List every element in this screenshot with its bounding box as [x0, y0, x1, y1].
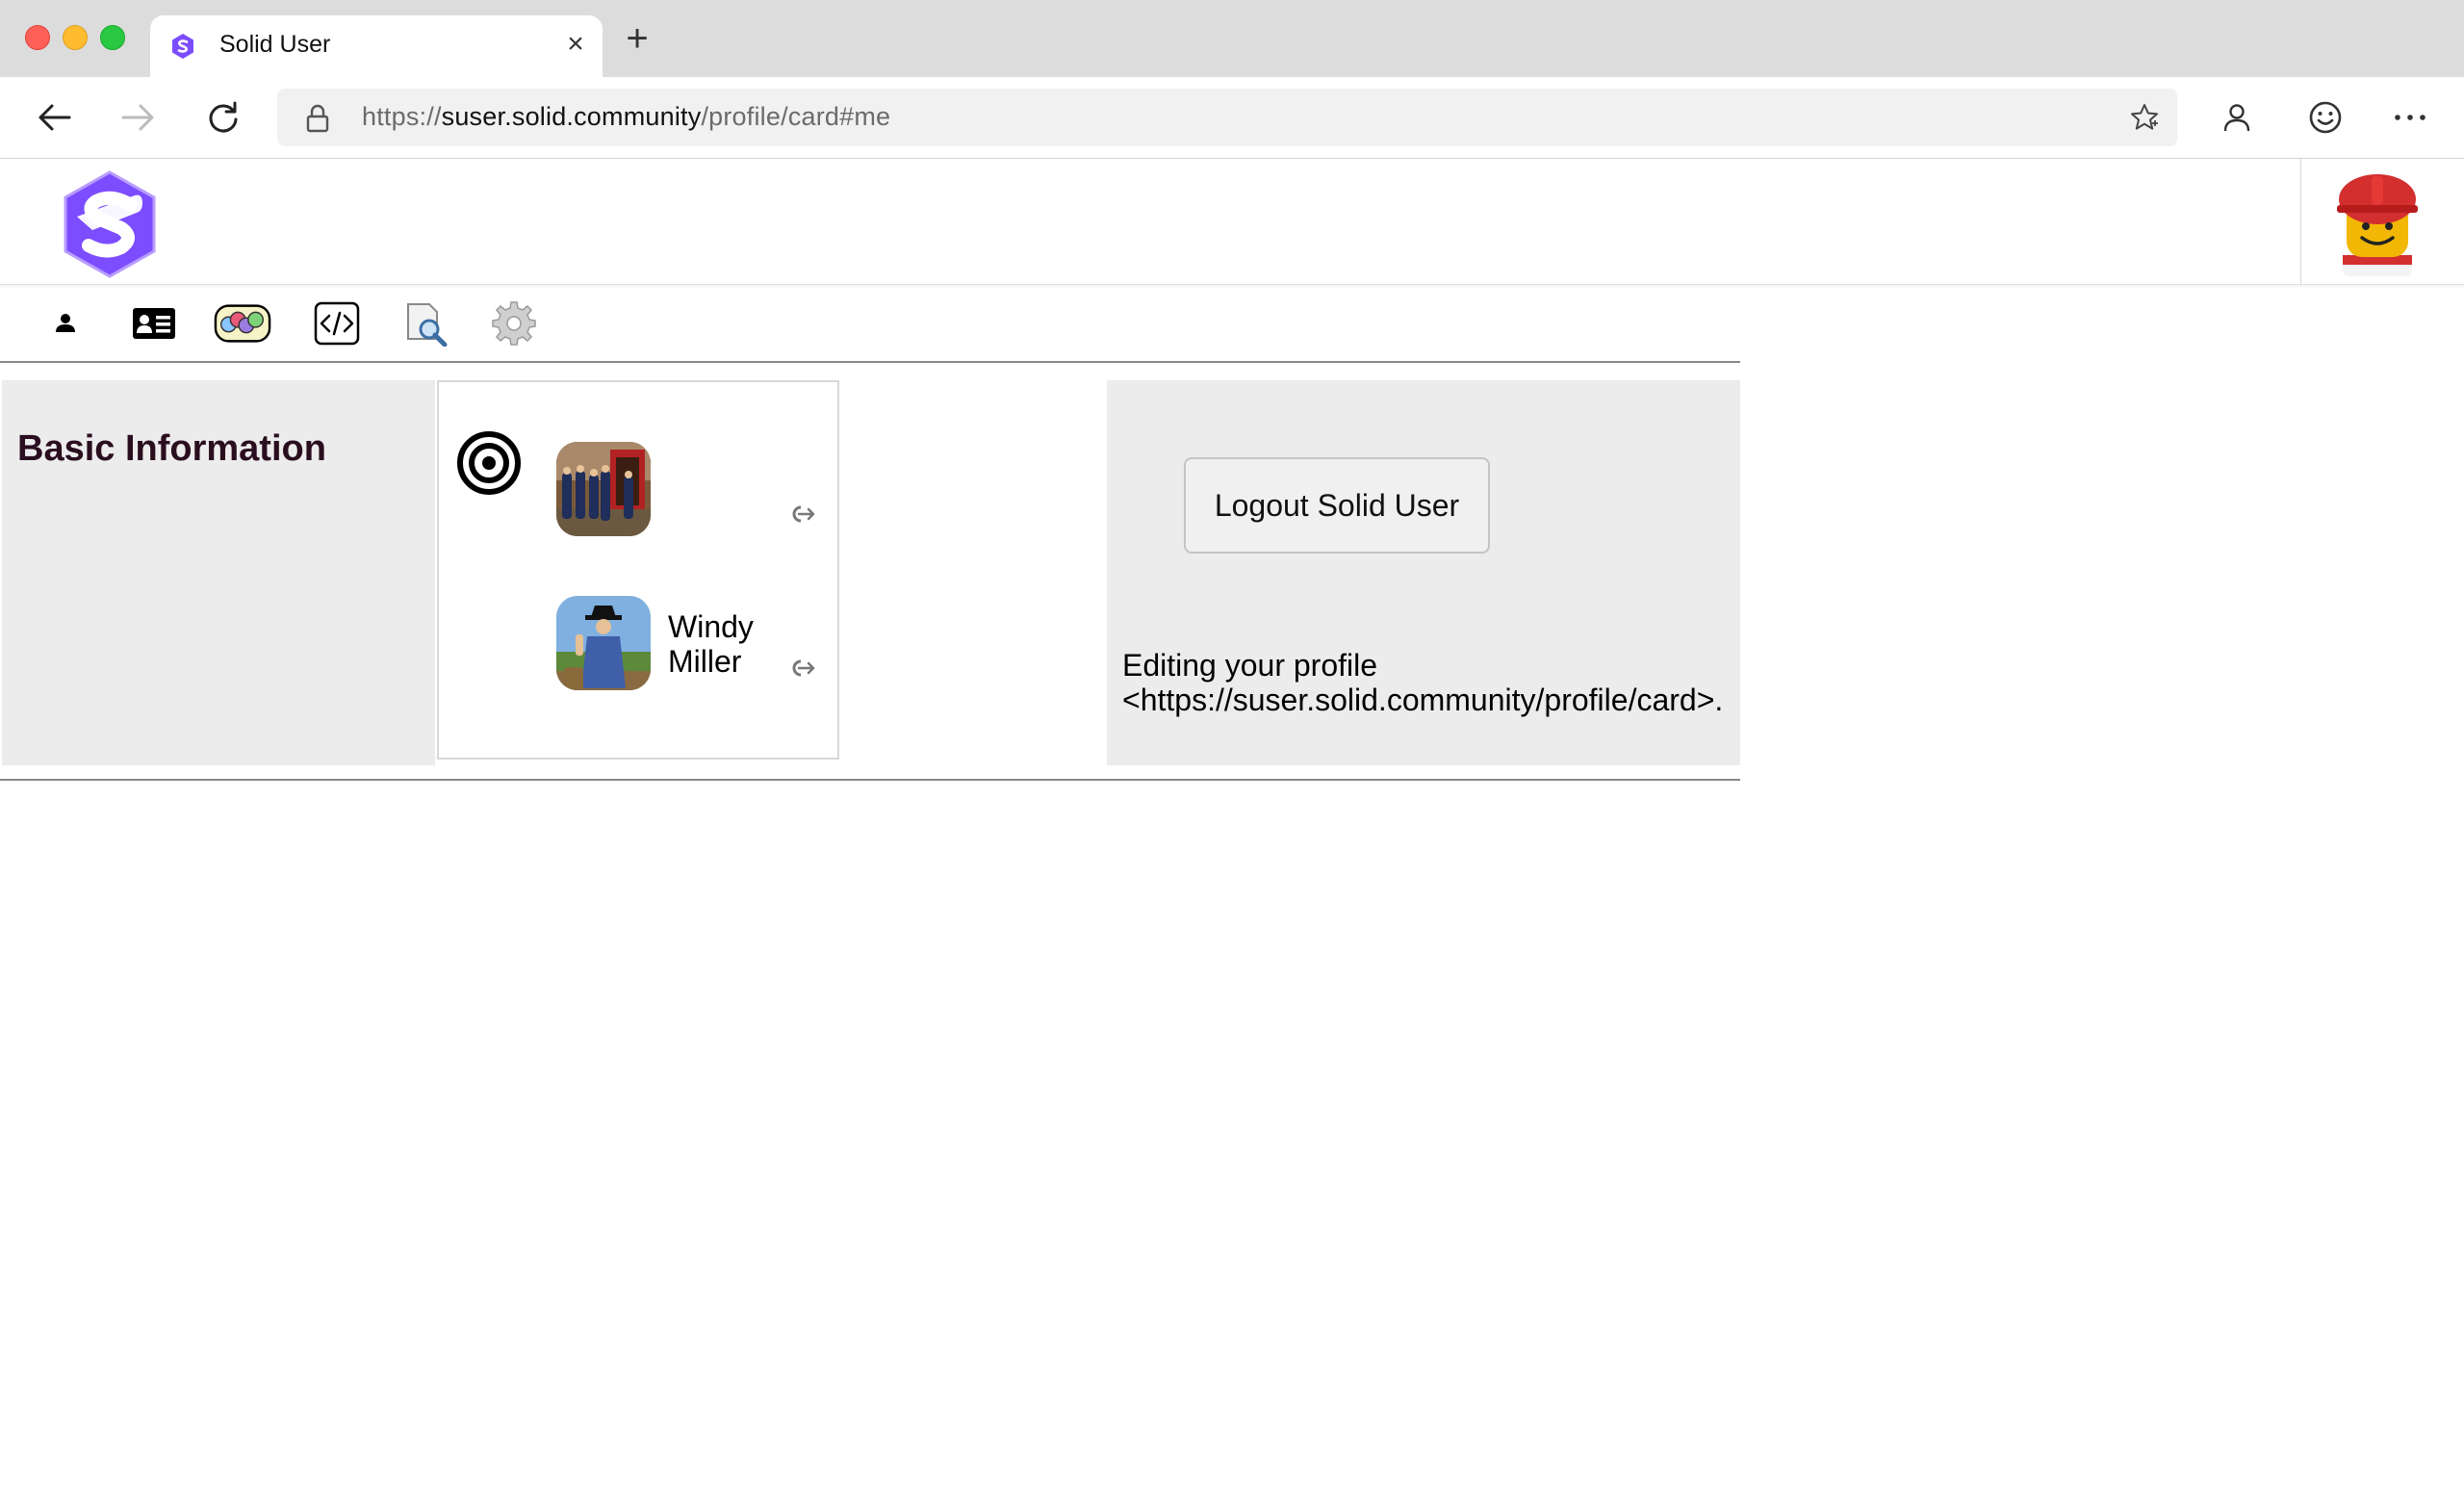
reload-icon[interactable] — [202, 96, 244, 139]
person-icon — [56, 314, 75, 332]
logout-button[interactable]: Logout Solid User — [1184, 457, 1490, 554]
zoom-window-button[interactable] — [100, 25, 125, 50]
tab-title: Solid User — [219, 31, 331, 58]
header-divider — [2300, 159, 2301, 284]
tab-contact-card[interactable] — [125, 295, 183, 352]
code-icon — [314, 301, 360, 346]
editing-profile-note: Editing your profile <https://suser.soli… — [1122, 648, 1723, 717]
target-icon — [457, 431, 521, 495]
favorite-star-icon[interactable] — [2129, 102, 2160, 133]
forward-arrow-icon[interactable] — [117, 96, 160, 139]
open-link-icon[interactable] — [787, 503, 816, 525]
browser-titlebar: Solid User × + — [0, 0, 2464, 77]
new-tab-icon[interactable]: + — [620, 19, 654, 58]
basic-info-panel: Basic Information — [2, 380, 435, 765]
user-avatar[interactable] — [2329, 168, 2426, 276]
logout-panel: Logout Solid User Editing your profile <… — [1107, 380, 1740, 765]
divider-bottom — [0, 779, 1740, 781]
editing-note-line2: <https://suser.solid.community/profile/c… — [1122, 683, 1724, 717]
browser-toolbar: https://suser.solid.community/profile/ca… — [0, 77, 2464, 159]
back-arrow-icon[interactable] — [33, 96, 75, 139]
tab-source[interactable] — [308, 295, 366, 352]
app-header — [0, 159, 2464, 285]
profile-person-icon[interactable] — [2216, 96, 2258, 139]
editing-note-line1: Editing your profile — [1122, 648, 1378, 683]
identity-photo[interactable] — [556, 442, 651, 536]
document-search-icon — [407, 303, 448, 347]
divider-top — [0, 361, 1740, 363]
identity-panel: Windy Miller — [437, 380, 839, 760]
tab-inspect[interactable] — [397, 295, 454, 352]
tab-friends[interactable] — [214, 295, 271, 352]
tab-settings[interactable] — [485, 295, 543, 352]
close-window-button[interactable] — [25, 25, 50, 50]
profile-tabs — [0, 295, 1740, 356]
gear-icon — [492, 301, 536, 346]
browser-tab[interactable]: Solid User × — [150, 15, 603, 77]
open-link-icon[interactable] — [787, 658, 816, 679]
basic-info-heading: Basic Information — [17, 428, 326, 469]
people-circles-icon — [214, 304, 271, 343]
identity-name: Windy Miller — [668, 609, 754, 679]
minimize-window-button[interactable] — [63, 25, 88, 50]
tab-profile[interactable] — [37, 295, 94, 352]
solid-favicon-icon — [172, 34, 193, 59]
identity-photo[interactable] — [556, 596, 651, 690]
address-bar[interactable]: https://suser.solid.community/profile/ca… — [277, 89, 2177, 146]
more-options-icon[interactable] — [2389, 96, 2431, 139]
url-text: https://suser.solid.community/profile/ca… — [362, 102, 891, 131]
lock-icon — [306, 104, 329, 133]
close-tab-icon[interactable]: × — [562, 30, 589, 59]
id-card-icon — [133, 308, 175, 339]
solid-logo[interactable] — [54, 168, 166, 280]
feedback-smiley-icon[interactable] — [2304, 96, 2347, 139]
